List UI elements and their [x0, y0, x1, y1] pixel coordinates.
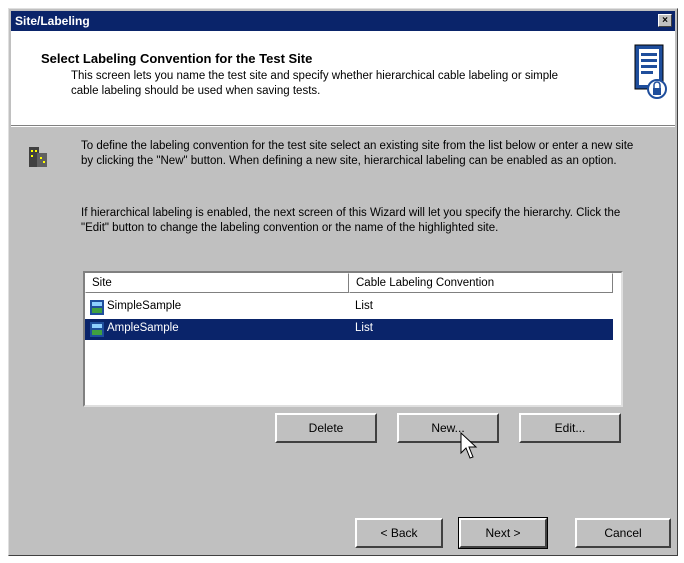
title-bar[interactable]: Site/Labeling ×	[11, 11, 675, 31]
page-title: Select Labeling Convention for the Test …	[41, 51, 313, 66]
page-description: This screen lets you name the test site …	[71, 70, 559, 97]
site-list[interactable]: Site Cable Labeling Convention SimpleSam…	[83, 271, 623, 407]
close-button[interactable]: ×	[658, 14, 672, 27]
hierarchy-text: If hierarchical labeling is enabled, the…	[81, 207, 621, 234]
column-header-convention[interactable]: Cable Labeling Convention	[349, 273, 613, 293]
cable-convention: List	[355, 300, 373, 312]
site-icon	[90, 322, 104, 337]
new-button[interactable]: New...	[397, 413, 499, 443]
building-icon	[29, 147, 47, 167]
mouse-pointer-icon	[460, 431, 478, 459]
wizard-window: Site/Labeling × Select Labeling Conventi…	[8, 8, 678, 556]
cancel-button[interactable]: Cancel	[575, 518, 671, 548]
back-button[interactable]: < Back	[355, 518, 443, 548]
list-item[interactable]: SimpleSample List	[85, 297, 613, 318]
header-divider	[11, 126, 675, 127]
column-header-site[interactable]: Site	[85, 273, 349, 293]
document-lock-icon	[634, 44, 667, 99]
site-icon	[90, 300, 104, 315]
edit-button[interactable]: Edit...	[519, 413, 621, 443]
site-name: AmpleSample	[107, 322, 179, 334]
wizard-header: Select Labeling Convention for the Test …	[11, 31, 675, 126]
cable-convention: List	[355, 322, 373, 334]
next-button[interactable]: Next >	[458, 517, 548, 549]
close-icon: ×	[662, 15, 668, 26]
site-name: SimpleSample	[107, 300, 182, 312]
delete-button[interactable]: Delete	[275, 413, 377, 443]
list-item-selected[interactable]: AmpleSample List	[85, 319, 613, 340]
window-title: Site/Labeling	[15, 14, 90, 28]
instruction-text: To define the labeling convention for th…	[81, 140, 634, 167]
